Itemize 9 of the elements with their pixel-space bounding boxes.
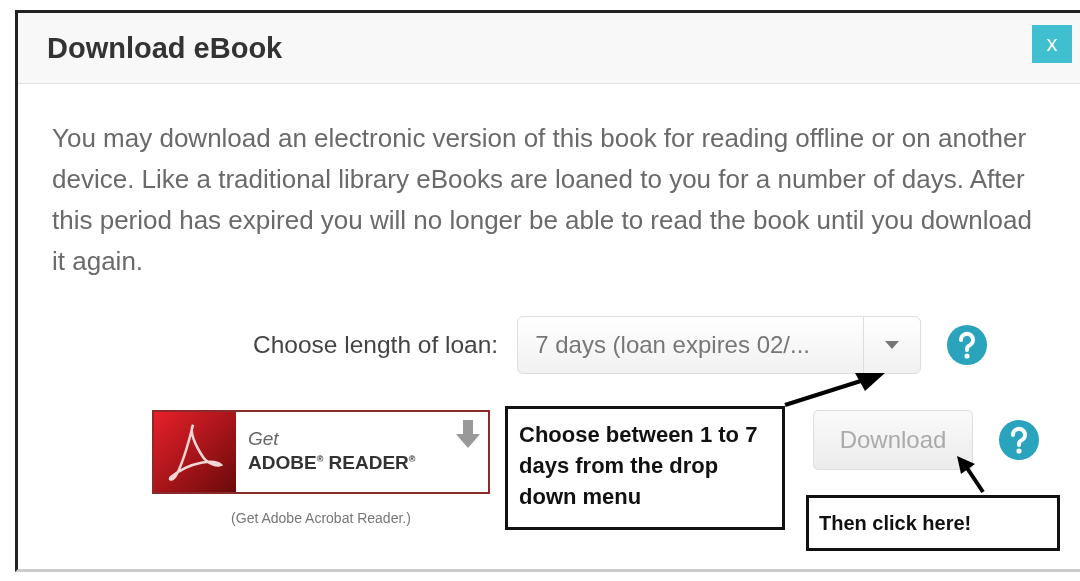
close-button[interactable]: x (1032, 25, 1072, 63)
adobe-reader-caption[interactable]: (Get Adobe Acrobat Reader.) (231, 510, 411, 526)
callout-note: Choose between 1 to 7 days from the drop down menu (505, 406, 785, 530)
loan-length-dropdown[interactable]: 7 days (loan expires 02/... (517, 316, 922, 374)
dialog-title: Download eBook (47, 31, 283, 65)
callout-note: Then click here! (806, 495, 1060, 551)
loan-length-label: Choose length of loan: (253, 331, 499, 359)
adobe-reader-badge[interactable]: Get ADOBE$^{®}$ READER$^{®}$ (152, 410, 490, 494)
description-text: You may download an electronic version of this book for reading offline or on another device. Like a traditional library eBooks are loaned to you for a number of days. After this period has expired you will no longer be able to read the book until you download it again. (52, 122, 1033, 278)
